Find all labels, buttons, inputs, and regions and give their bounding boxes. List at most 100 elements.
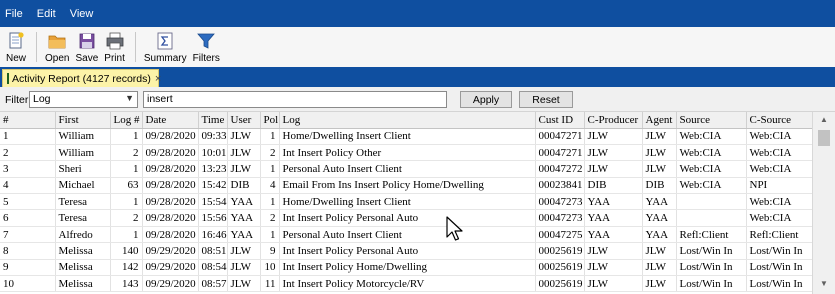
table-row[interactable]: 8 Melissa 140 09/29/2020 08:51 JLW 9 Int Insert…	[0, 242, 813, 260]
table-cell: 15:42	[198, 177, 228, 195]
table-cell: Web:CIA	[746, 128, 813, 145]
table-cell: Home/Dwelling Insert Client	[279, 128, 536, 145]
table-row[interactable]: 4 Michael 63 09/28/2020 15:42 DIB 4 Email From …	[0, 177, 813, 195]
column-header[interactable]: User	[227, 112, 261, 129]
table-cell: Melissa	[55, 275, 111, 293]
table-cell: 09/29/2020	[142, 242, 199, 260]
table-cell: 1	[0, 128, 56, 145]
scrollbar-thumb[interactable]	[818, 130, 830, 146]
table-cell: JLW	[642, 144, 677, 162]
table-cell: 00047273	[535, 193, 585, 211]
table-cell: 08:57	[198, 275, 228, 293]
column-header[interactable]: Log #	[110, 112, 143, 129]
table-cell: YAA	[642, 209, 677, 227]
column-header[interactable]: Time	[198, 112, 228, 129]
folder-open-icon	[48, 35, 66, 49]
table-cell: 1	[110, 193, 143, 211]
table-row[interactable]: 2 William 2 09/28/2020 10:01 JLW 2 Int Insert P…	[0, 144, 813, 162]
table-cell: 08:54	[198, 259, 228, 277]
tab-activity-report[interactable]: Activity Report (4127 records) ×	[2, 69, 161, 87]
column-header[interactable]: Agent	[642, 112, 677, 129]
table-cell: 1	[260, 160, 280, 178]
reset-button[interactable]: Reset	[519, 91, 573, 108]
table-row[interactable]: 6 Teresa 2 09/28/2020 15:56 YAA 2 Int Insert Po…	[0, 209, 813, 227]
column-header[interactable]: #	[0, 112, 56, 129]
floppy-disk-icon	[79, 33, 95, 49]
table-cell: Lost/Win In	[676, 242, 747, 260]
table-cell: JLW	[642, 128, 677, 145]
table-cell: Lost/Win In	[676, 275, 747, 293]
table-cell: 00023841	[535, 177, 585, 195]
column-header[interactable]: Date	[142, 112, 199, 129]
column-header[interactable]: Log	[279, 112, 536, 129]
table-cell: YAA	[584, 209, 643, 227]
table-cell: Personal Auto Insert Client	[279, 160, 536, 178]
funnel-icon	[197, 33, 216, 49]
table-cell: Refl:Client	[746, 226, 813, 244]
summary-button[interactable]: Summary	[144, 31, 187, 64]
table-cell: Int Insert Policy Personal Auto	[279, 209, 536, 227]
table-cell: 63	[110, 177, 143, 195]
menu-edit[interactable]: Edit	[37, 8, 56, 20]
table-cell: 1	[260, 193, 280, 211]
column-header[interactable]: C-Producer	[584, 112, 643, 129]
table-cell: YAA	[584, 226, 643, 244]
open-label: Open	[45, 53, 70, 64]
scroll-down-icon[interactable]: ▼	[813, 276, 835, 292]
table-cell: Int Insert Policy Other	[279, 144, 536, 162]
table-row[interactable]: 5 Teresa 1 09/28/2020 15:54 YAA 1 Home/Dwelling…	[0, 193, 813, 211]
menu-file[interactable]: File	[5, 8, 23, 20]
table-cell: 2	[0, 144, 56, 162]
new-button[interactable]: New	[6, 31, 26, 64]
table-cell: DIB	[642, 177, 677, 195]
table-cell: 2	[260, 144, 280, 162]
table-cell: YAA	[642, 226, 677, 244]
menu-view[interactable]: View	[70, 8, 94, 20]
table-cell: 3	[0, 160, 56, 178]
table-cell: 8	[0, 242, 56, 260]
table-cell: 09/29/2020	[142, 275, 199, 293]
table-cell: 09/28/2020	[142, 226, 199, 244]
table-cell: 09:33	[198, 128, 228, 145]
column-header[interactable]: Source	[676, 112, 747, 129]
table-cell: 09/28/2020	[142, 209, 199, 227]
filter-label: Filter	[5, 94, 29, 106]
menu-bar: File Edit View	[0, 0, 835, 27]
filter-value-input[interactable]: insert	[143, 91, 447, 108]
table-cell: 00025619	[535, 259, 585, 277]
table-cell: 142	[110, 259, 143, 277]
close-icon[interactable]: ×	[155, 73, 161, 85]
table-row[interactable]: 7 Alfredo 1 09/28/2020 16:46 YAA 1 Personal Aut…	[0, 226, 813, 244]
open-button[interactable]: Open	[45, 31, 69, 64]
filters-label: Filters	[192, 53, 220, 64]
filters-button[interactable]: Filters	[193, 31, 220, 64]
table-row[interactable]: 3 Sheri 1 09/28/2020 13:23 JLW 1 Personal Auto …	[0, 160, 813, 178]
save-button[interactable]: Save	[75, 31, 98, 64]
table-cell: 00047275	[535, 226, 585, 244]
vertical-scrollbar[interactable]: ▲ ▼	[812, 112, 835, 294]
column-header[interactable]: Pol	[260, 112, 280, 129]
table-cell: Michael	[55, 177, 111, 195]
table-cell: Int Insert Policy Personal Auto	[279, 242, 536, 260]
table-cell	[676, 193, 747, 211]
apply-button[interactable]: Apply	[460, 91, 512, 108]
table-row[interactable]: 1 William 1 09/28/2020 09:33 JLW 1 Home/Dwellin…	[0, 128, 813, 145]
table-cell: JLW	[227, 275, 261, 293]
chevron-down-icon: ▼	[125, 93, 134, 103]
table-cell: 16:46	[198, 226, 228, 244]
filter-field-select[interactable]: Log ▼	[29, 91, 138, 108]
table-cell: JLW	[584, 128, 643, 145]
table-cell: 09/28/2020	[142, 177, 199, 195]
print-button[interactable]: Print	[104, 31, 125, 64]
table-row[interactable]: 10 Melissa 143 09/29/2020 08:57 JLW 11 Int Inse…	[0, 275, 813, 293]
table-cell: 15:54	[198, 193, 228, 211]
table-cell: JLW	[227, 160, 261, 178]
toolbar-separator	[134, 32, 136, 62]
scroll-up-icon[interactable]: ▲	[813, 112, 835, 128]
table-cell: Web:CIA	[746, 193, 813, 211]
table-row[interactable]: 9 Melissa 142 09/29/2020 08:54 JLW 10 Int Inser…	[0, 259, 813, 277]
table-cell: 4	[0, 177, 56, 195]
column-header[interactable]: Cust ID	[535, 112, 585, 129]
column-header[interactable]: First	[55, 112, 111, 129]
column-header[interactable]: C-Source	[746, 112, 813, 129]
